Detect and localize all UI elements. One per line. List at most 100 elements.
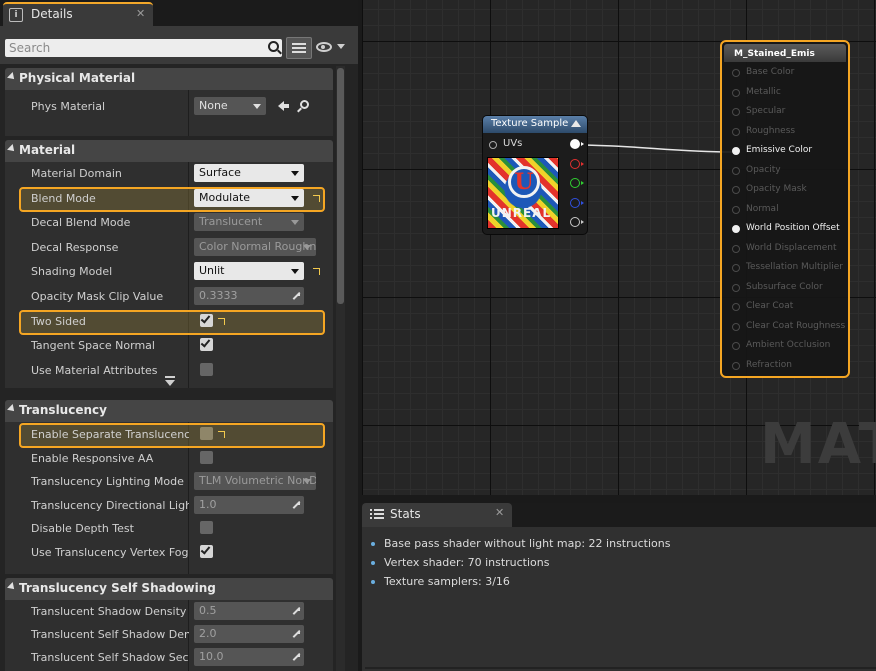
translucent-shadow-density-scale-field[interactable]: 0.5 — [194, 602, 304, 620]
pin-world-position-offset[interactable]: World Position Offset — [732, 223, 850, 237]
pin-dot[interactable] — [732, 127, 740, 136]
property-matrix-button[interactable] — [286, 37, 312, 59]
use-selected-arrow-icon[interactable] — [278, 101, 289, 111]
pin-dot[interactable] — [732, 166, 740, 175]
translucent-self-shadow-second-density-scale-field[interactable]: 10.0 — [194, 648, 304, 666]
pin-subsurface-color[interactable]: Subsurface Color — [732, 282, 850, 296]
pin-label: Emissive Color — [746, 145, 813, 155]
uvs-input-pin[interactable] — [489, 141, 497, 149]
enable-separate-translucency-checkbox[interactable] — [200, 427, 213, 440]
pin-dot[interactable] — [732, 69, 740, 77]
decal-blend-mode-dropdown[interactable]: Translucent — [194, 213, 304, 232]
close-icon[interactable]: ✕ — [495, 506, 504, 519]
pin-dot[interactable] — [732, 88, 740, 97]
eye-icon[interactable] — [316, 42, 332, 52]
pin-dot[interactable] — [732, 147, 740, 155]
reset-to-default-icon[interactable] — [312, 266, 321, 276]
pin-metallic[interactable]: Metallic — [732, 87, 850, 101]
pin-dot[interactable] — [732, 108, 740, 116]
pin-emissive-color[interactable]: Emissive Color — [732, 145, 850, 159]
opacity-mask-clip-value-field[interactable]: 0.3333 — [194, 287, 304, 305]
node-header[interactable]: Texture Sample — [483, 116, 587, 133]
output-pin[interactable] — [570, 158, 584, 169]
translucency-lighting-mode-dropdown[interactable]: TLM Volumetric NonDirectional — [194, 472, 316, 490]
browse-search-icon[interactable] — [300, 100, 309, 109]
texture-sample-node[interactable]: Texture Sample UVs U UNREAL — [483, 116, 587, 234]
blend-mode-dropdown[interactable]: Modulate — [194, 188, 304, 207]
resize-grip-icon[interactable] — [292, 630, 300, 638]
search-input[interactable]: Search — [5, 39, 282, 57]
phys-material-dropdown[interactable]: None — [194, 97, 266, 115]
details-scrollbar[interactable] — [336, 66, 345, 671]
category-translucency[interactable]: Translucency — [5, 400, 333, 422]
pin-dot[interactable] — [732, 244, 740, 253]
pin-dot[interactable] — [732, 303, 740, 311]
pin-dot[interactable] — [732, 225, 740, 233]
pin-dot[interactable] — [732, 342, 740, 350]
pin-dot[interactable] — [732, 186, 740, 194]
output-pin[interactable] — [570, 139, 584, 149]
material-domain-dropdown[interactable]: Surface — [194, 164, 304, 182]
collapse-arrow-icon[interactable] — [7, 404, 17, 414]
output-pin[interactable] — [570, 178, 584, 188]
output-pin[interactable] — [570, 197, 584, 208]
pin-dot[interactable] — [732, 361, 740, 370]
output-pin[interactable] — [570, 217, 584, 227]
translucent-self-shadow-density-scale-field[interactable]: 2.0 — [194, 625, 304, 643]
tangent-space-normal-checkbox[interactable] — [200, 337, 213, 352]
pin-dot[interactable] — [732, 322, 740, 331]
pin-opacity[interactable]: Opacity — [732, 165, 850, 179]
chevron-down-icon[interactable] — [337, 44, 345, 49]
reset-to-default-icon[interactable] — [217, 429, 226, 439]
use-material-attributes-checkbox[interactable] — [200, 362, 213, 376]
material-result-node[interactable]: M_Stained_Emis Base Color Metallic Specula… — [720, 40, 850, 378]
resize-grip-icon[interactable] — [292, 500, 300, 509]
pin-refraction[interactable]: Refraction — [732, 360, 850, 374]
scrollbar-thumb[interactable] — [337, 68, 344, 304]
stats-tab[interactable]: Stats ✕ — [362, 503, 512, 527]
category-physical-material[interactable]: Physical Material — [5, 68, 333, 90]
property-row-tangent-space-normal: Tangent Space Normal — [5, 335, 333, 358]
two-sided-checkbox[interactable] — [200, 313, 213, 327]
translucency-directional-lighting-intensity-field[interactable]: 1.0 — [194, 495, 304, 514]
stats-line: Texture samplers: 3/16 — [371, 575, 510, 588]
enable-responsive-aa-checkbox[interactable] — [200, 450, 213, 464]
resize-grip-icon[interactable] — [292, 653, 300, 661]
node-header[interactable]: M_Stained_Emis — [724, 44, 846, 62]
pin-roughness[interactable]: Roughness — [732, 126, 850, 140]
collapse-arrow-icon[interactable] — [7, 582, 17, 592]
pin-specular[interactable]: Specular — [732, 106, 850, 120]
pin-tessellation-multiplier[interactable]: Tessellation Multiplier — [732, 262, 850, 276]
collapse-arrow-icon[interactable] — [7, 144, 17, 154]
collapse-arrow-icon[interactable] — [7, 72, 17, 82]
graph-canvas[interactable]: MATE Texture Sample UVs U UNREAL M_Stain… — [362, 0, 876, 495]
shading-model-dropdown[interactable]: Unlit — [194, 262, 304, 281]
search-icon[interactable] — [268, 41, 279, 52]
reset-to-default-icon[interactable] — [312, 193, 321, 203]
pin-opacity-mask[interactable]: Opacity Mask — [732, 184, 850, 198]
category-translucency-self-shadowing[interactable]: Translucency Self Shadowing — [5, 578, 333, 600]
decal-response-dropdown[interactable]: Color Normal Roughness — [194, 237, 316, 256]
pin-label: World Displacement — [746, 242, 837, 253]
pin-dot[interactable] — [732, 283, 740, 292]
close-icon[interactable]: ✕ — [136, 7, 145, 20]
resize-grip-icon[interactable] — [292, 607, 300, 615]
collapse-icon[interactable] — [571, 120, 581, 127]
pin-base-color[interactable]: Base Color — [732, 67, 850, 81]
pin-dot[interactable] — [732, 205, 740, 214]
use-translucency-vertex-fog-checkbox[interactable] — [200, 543, 213, 558]
pin-clear-coat-roughness[interactable]: Clear Coat Roughness — [732, 321, 850, 335]
pin-dot[interactable] — [732, 264, 740, 272]
property-row-opacity-mask-clip-value: Opacity Mask Clip Value 0.3333 — [5, 286, 333, 309]
number-value: 0.5 — [199, 604, 217, 617]
category-material[interactable]: Material — [5, 140, 333, 162]
pin-ambient-occlusion[interactable]: Ambient Occlusion — [732, 340, 850, 354]
disable-depth-test-checkbox[interactable] — [200, 521, 213, 534]
show-advanced-icon[interactable] — [165, 376, 175, 386]
details-tab[interactable]: i Details ✕ — [3, 2, 153, 26]
pin-world-displacement[interactable]: World Displacement — [732, 243, 850, 257]
pin-clear-coat[interactable]: Clear Coat — [732, 301, 850, 315]
pin-normal[interactable]: Normal — [732, 204, 850, 218]
reset-to-default-icon[interactable] — [217, 316, 226, 326]
resize-grip-icon[interactable] — [292, 292, 300, 300]
